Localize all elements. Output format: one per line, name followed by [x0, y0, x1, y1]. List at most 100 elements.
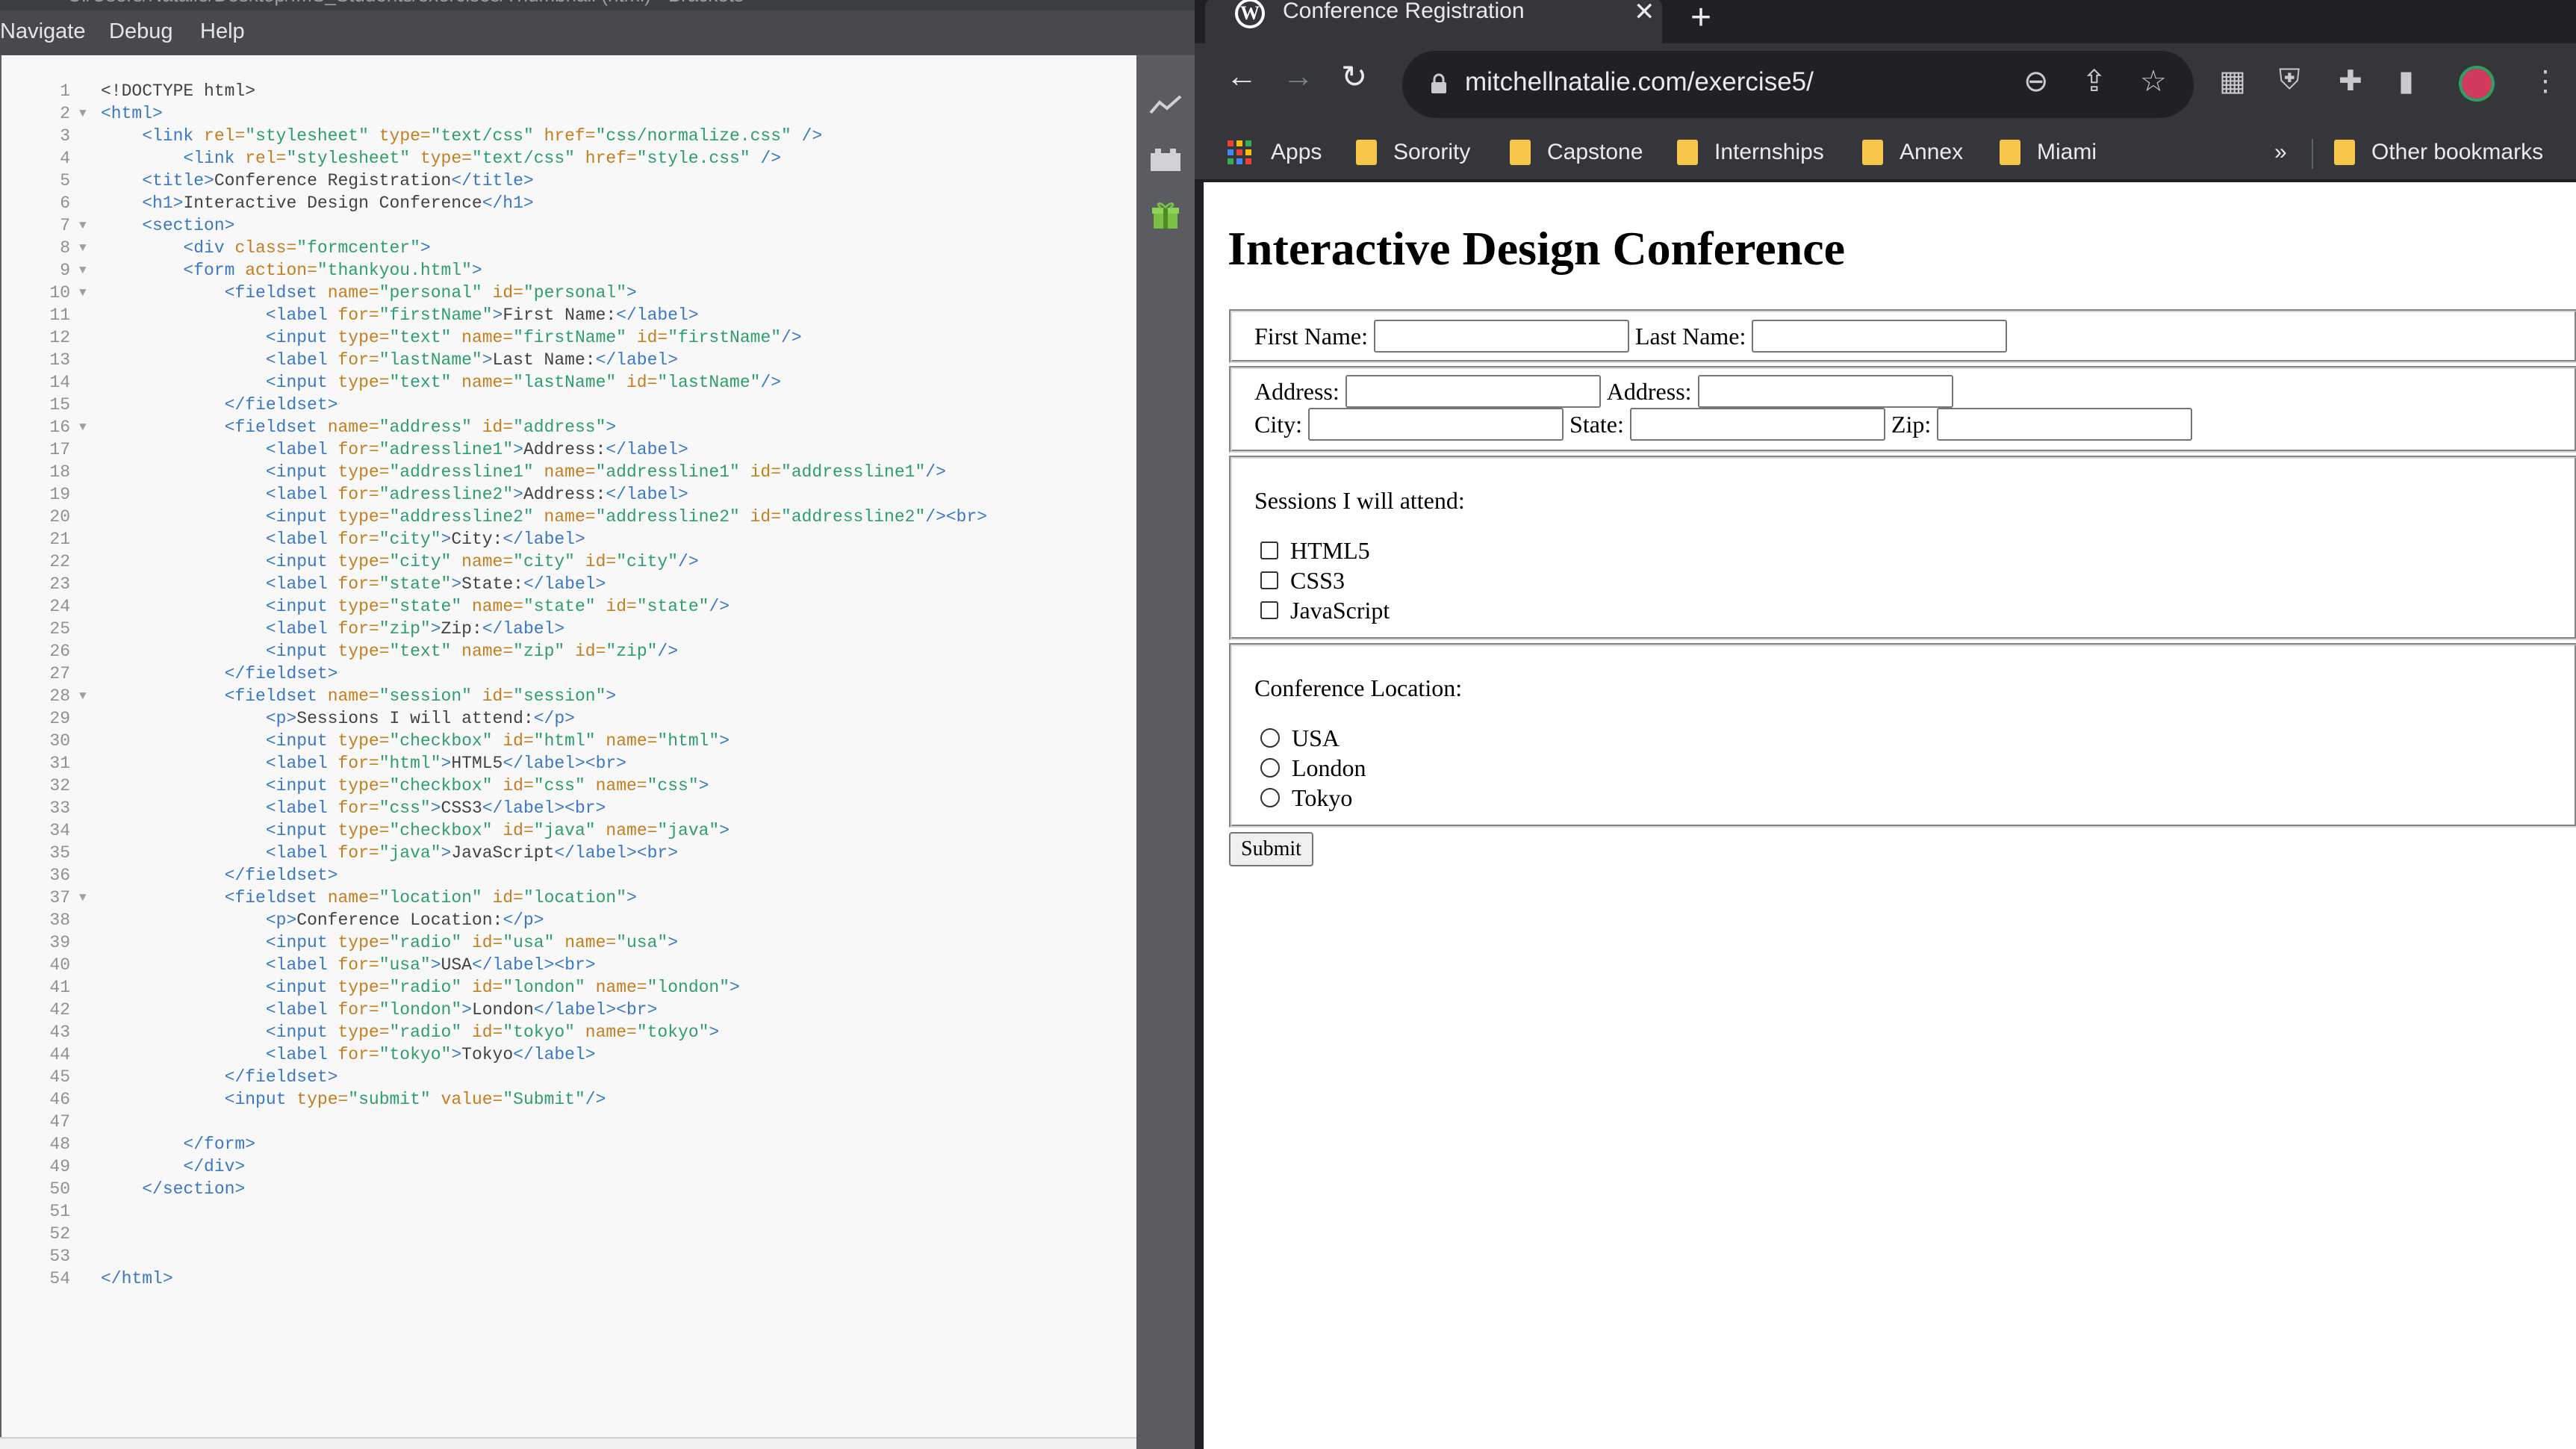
close-icon[interactable]: ✕ [1634, 0, 1655, 27]
code-text[interactable]: <h1>Interactive Design Conference</h1> [101, 192, 534, 214]
address-line1-input[interactable] [1345, 375, 1601, 408]
code-line[interactable]: 46 <input type="submit" value="Submit"/> [1, 1088, 1136, 1111]
code-line[interactable]: 47 [1, 1111, 1136, 1133]
code-text[interactable]: <label for="java">JavaScript</label><br> [101, 842, 678, 864]
code-line[interactable]: 38 <p>Conference Location:</p> [1, 909, 1136, 931]
fold-toggle-icon[interactable]: ▼ [79, 282, 87, 304]
code-line[interactable]: 30 <input type="checkbox" id="html" name… [1, 730, 1136, 752]
code-text[interactable]: <fieldset name="session" id="session"> [101, 685, 617, 707]
code-text[interactable]: <label for="zip">Zip:</label> [101, 618, 564, 640]
code-line[interactable]: 10 ▼ <fieldset name="personal" id="person… [1, 282, 1136, 304]
code-text[interactable]: <link rel="stylesheet" type="text/css" h… [101, 147, 781, 170]
code-line[interactable]: 27 </fieldset> [1, 663, 1136, 685]
code-text[interactable]: <label for="tokyo">Tokyo</label> [101, 1043, 596, 1066]
code-line[interactable]: 7 ▼ <section> [1, 214, 1136, 237]
code-text[interactable]: <input type="radio" id="tokyo" name="tok… [101, 1021, 719, 1043]
side-panel-icon[interactable]: ▮ [2398, 64, 2414, 98]
code-line[interactable]: 4 <link rel="stylesheet" type="text/css"… [1, 147, 1136, 170]
qr-grid-icon[interactable]: ▦ [2219, 64, 2246, 98]
code-text[interactable]: <input type="addressline1" name="address… [101, 461, 946, 483]
code-line[interactable]: 22 <input type="city" name="city" id="ci… [1, 550, 1136, 573]
css3-checkbox[interactable] [1260, 571, 1278, 589]
london-radio[interactable] [1260, 758, 1280, 778]
address-bar[interactable]: mitchellnatalie.com/exercise5/ ⊖ ⇪ ☆ [1402, 51, 2194, 118]
code-text[interactable]: <fieldset name="location" id="location"> [101, 887, 637, 909]
code-text[interactable]: <link rel="stylesheet" type="text/css" h… [101, 125, 822, 147]
bookmark-star-icon[interactable]: ☆ [2140, 64, 2167, 99]
code-text[interactable]: <label for="city">City:</label> [101, 528, 585, 550]
code-text[interactable]: <!DOCTYPE html> [101, 80, 255, 102]
code-line[interactable]: 53 [1, 1245, 1136, 1268]
code-text[interactable]: <label for="lastName">Last Name:</label> [101, 349, 678, 371]
code-line[interactable]: 14 <input type="text" name="lastName" id… [1, 371, 1136, 394]
last-name-input[interactable] [1752, 320, 2008, 353]
code-text[interactable]: <label for="london">London</label><br> [101, 999, 658, 1021]
code-text[interactable]: <label for="html">HTML5</label><br> [101, 752, 626, 775]
code-text[interactable]: <input type="checkbox" id="java" name="j… [101, 819, 729, 842]
code-text[interactable]: <p>Conference Location:</p> [101, 909, 544, 931]
code-line[interactable]: 5 <title>Conference Registration</title> [1, 170, 1136, 192]
fold-toggle-icon[interactable]: ▼ [79, 102, 87, 125]
bookmark-internships[interactable]: Internships [1677, 136, 1824, 169]
back-arrow-icon[interactable]: ← [1226, 58, 1257, 94]
code-line[interactable]: 48 </form> [1, 1133, 1136, 1155]
javascript-checkbox[interactable] [1260, 601, 1278, 619]
fold-toggle-icon[interactable]: ▼ [79, 416, 87, 438]
code-line[interactable]: 45 </fieldset> [1, 1066, 1136, 1088]
code-text[interactable]: <label for="adressline2">Address:</label… [101, 483, 688, 506]
code-text[interactable]: </fieldset> [101, 864, 338, 887]
bookmark-capstone[interactable]: Capstone [1510, 136, 1643, 169]
fold-toggle-icon[interactable]: ▼ [79, 237, 87, 259]
code-line[interactable]: 23 <label for="state">State:</label> [1, 573, 1136, 595]
code-line[interactable]: 2 ▼ <html> [1, 102, 1136, 125]
code-text[interactable]: <fieldset name="address" id="address"> [101, 416, 617, 438]
code-line[interactable]: 28 ▼ <fieldset name="session" id="session… [1, 685, 1136, 707]
code-line[interactable]: 37 ▼ <fieldset name="location" id="locati… [1, 887, 1136, 909]
session-option-javascript[interactable]: JavaScript [1254, 595, 2552, 625]
html5-checkbox[interactable] [1260, 542, 1278, 559]
zoom-out-icon[interactable]: ⊖ [2023, 64, 2049, 99]
bookmark-annex[interactable]: Annex [1862, 136, 1963, 169]
code-text[interactable]: <input type="text" name="firstName" id="… [101, 326, 802, 349]
code-text[interactable]: </div> [101, 1155, 245, 1178]
tokyo-radio[interactable] [1260, 788, 1280, 807]
code-line[interactable]: 1 <!DOCTYPE html> [1, 80, 1136, 102]
code-line[interactable]: 18 <input type="addressline1" name="addr… [1, 461, 1136, 483]
code-line[interactable]: 12 <input type="text" name="firstName" i… [1, 326, 1136, 349]
code-text[interactable]: <input type="checkbox" id="css" name="cs… [101, 775, 709, 797]
code-line[interactable]: 13 <label for="lastName">Last Name:</lab… [1, 349, 1136, 371]
code-text[interactable]: <label for="usa">USA</label><br> [101, 954, 596, 976]
code-text[interactable]: </section> [101, 1178, 245, 1200]
code-line[interactable]: 15 </fieldset> [1, 394, 1136, 416]
fold-toggle-icon[interactable]: ▼ [79, 685, 87, 707]
code-text[interactable]: <input type="state" name="state" id="sta… [101, 595, 729, 618]
code-line[interactable]: 33 <label for="css">CSS3</label><br> [1, 797, 1136, 819]
first-name-input[interactable] [1373, 320, 1629, 353]
code-text[interactable]: <input type="checkbox" id="html" name="h… [101, 730, 729, 752]
code-line[interactable]: 31 <label for="html">HTML5</label><br> [1, 752, 1136, 775]
gift-icon[interactable] [1149, 200, 1182, 230]
code-line[interactable]: 51 [1, 1200, 1136, 1223]
state-input[interactable] [1629, 408, 1885, 441]
location-option-usa[interactable]: USA [1254, 723, 2552, 753]
html5-label[interactable]: HTML5 [1290, 537, 1370, 565]
code-line[interactable]: 20 <input type="addressline2" name="addr… [1, 506, 1136, 528]
code-line[interactable]: 50 </section> [1, 1178, 1136, 1200]
location-option-tokyo[interactable]: Tokyo [1254, 783, 2552, 813]
code-text[interactable]: <fieldset name="personal" id="personal"> [101, 282, 637, 304]
bookmark-sorority[interactable]: Sorority [1356, 136, 1470, 169]
code-line[interactable]: 54 </html> [1, 1268, 1136, 1290]
kebab-menu-icon[interactable]: ⋮ [2531, 64, 2560, 98]
city-input[interactable] [1308, 408, 1564, 441]
code-line[interactable]: 35 <label for="java">JavaScript</label><… [1, 842, 1136, 864]
code-text[interactable]: </fieldset> [101, 663, 338, 685]
css3-label[interactable]: CSS3 [1290, 567, 1345, 595]
share-icon[interactable]: ⇪ [2082, 64, 2107, 99]
submit-button[interactable]: Submit [1229, 832, 1313, 866]
code-line[interactable]: 11 <label for="firstName">First Name:</l… [1, 304, 1136, 326]
code-text[interactable]: </fieldset> [101, 394, 338, 416]
code-line[interactable]: 24 <input type="state" name="state" id="… [1, 595, 1136, 618]
code-line[interactable]: 42 <label for="london">London</label><br… [1, 999, 1136, 1021]
code-text[interactable]: <label for="firstName">First Name:</labe… [101, 304, 699, 326]
code-text[interactable]: <input type="addressline2" name="address… [101, 506, 987, 528]
